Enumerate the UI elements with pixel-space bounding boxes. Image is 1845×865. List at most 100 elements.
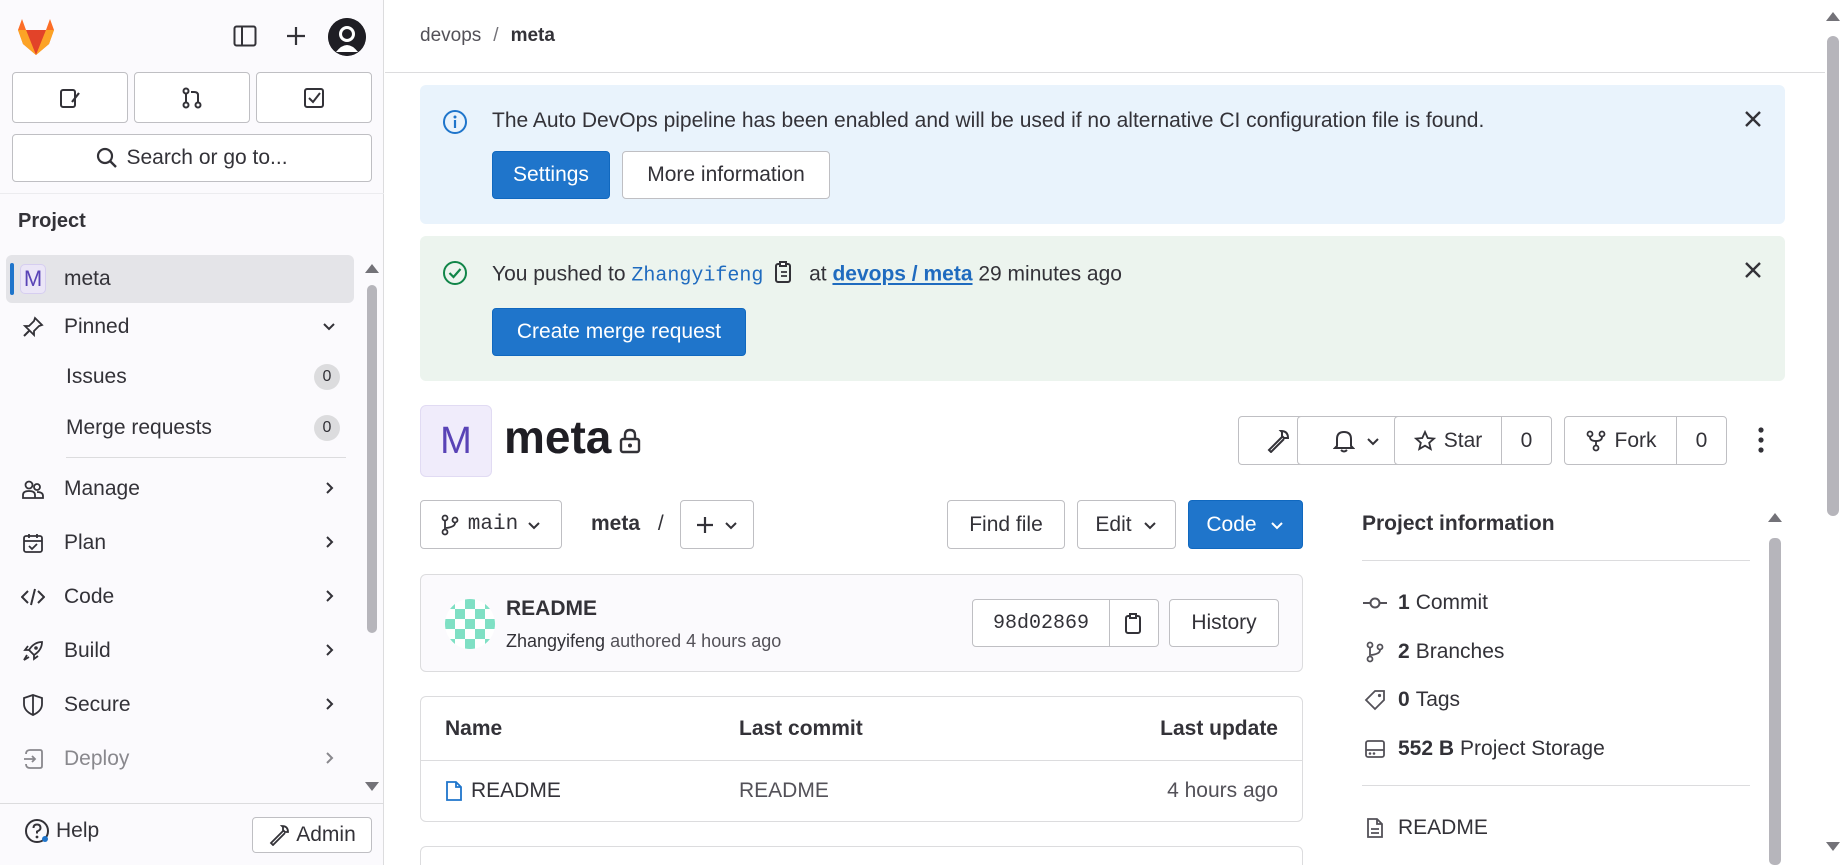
commits-stat[interactable]: 1 Commit	[1362, 591, 1488, 615]
assigned-issues-button[interactable]	[12, 72, 128, 123]
settings-button[interactable]: Settings	[492, 151, 610, 199]
sidebar-toggle-icon[interactable]	[229, 20, 261, 52]
sidebar-item-project[interactable]: M meta	[6, 255, 354, 303]
commit-title[interactable]: README	[506, 597, 597, 621]
sidebar-item-label: Build	[64, 639, 111, 662]
merge-requests-button[interactable]	[134, 72, 250, 123]
copy-icon	[1125, 613, 1141, 634]
gitlab-logo-icon[interactable]	[16, 18, 56, 56]
repo-path-separator: /	[657, 512, 664, 535]
sidebar-scroll-up[interactable]	[365, 264, 379, 273]
plus-icon[interactable]	[280, 20, 312, 52]
search-button[interactable]: Search or go to...	[12, 134, 372, 182]
add-to-tree-dropdown[interactable]	[680, 500, 754, 549]
copy-sha-button[interactable]	[1109, 599, 1159, 647]
author-avatar[interactable]	[445, 599, 495, 649]
create-merge-request-button[interactable]: Create merge request	[492, 308, 746, 356]
sidebar-item-build[interactable]: Build	[6, 624, 354, 678]
more-actions-icon[interactable]	[1748, 420, 1774, 466]
branch-selector[interactable]: main	[420, 500, 562, 549]
help-button[interactable]: Help	[24, 818, 99, 844]
chevron-down-icon	[1143, 521, 1156, 529]
repo-path-root[interactable]: meta	[591, 512, 640, 535]
breadcrumb-separator: /	[493, 25, 499, 46]
tags-stat[interactable]: 0 Tags	[1362, 688, 1460, 712]
sidebar-item-issues[interactable]: Issues 0	[6, 351, 354, 402]
push-alert: You pushed to Zhangyifeng at devops / me…	[420, 236, 1785, 381]
sidebar-item-secure[interactable]: Secure	[6, 678, 354, 732]
close-icon[interactable]	[1743, 109, 1763, 135]
branch-icon	[1362, 641, 1388, 663]
more-information-button[interactable]: More information	[622, 151, 830, 199]
sidebar-quick-buttons	[12, 72, 372, 123]
user-avatar[interactable]	[328, 18, 366, 56]
sidebar-scroll-down[interactable]	[365, 782, 379, 791]
chevron-right-icon	[320, 587, 338, 611]
project-title: meta	[504, 411, 612, 463]
sidebar-divider	[0, 193, 384, 194]
edit-dropdown[interactable]: Edit	[1077, 500, 1176, 549]
readme-link[interactable]: README	[1362, 816, 1488, 840]
chevron-right-icon	[320, 749, 338, 773]
sidebar-section-title: Project	[18, 210, 86, 232]
rocket-icon	[20, 638, 46, 664]
storage-stat[interactable]: 552 B Project Storage	[1362, 737, 1605, 761]
sidebar-item-plan[interactable]: Plan	[6, 516, 354, 570]
chevron-down-icon	[320, 317, 338, 341]
commit-sha[interactable]: 98d02869	[972, 599, 1110, 647]
storage-size: 552 B	[1398, 737, 1455, 760]
chevron-down-icon	[528, 521, 540, 529]
pushed-branch[interactable]: Zhangyifeng	[631, 265, 763, 288]
page-scroll-down[interactable]	[1826, 842, 1840, 851]
branch-name: main	[467, 513, 519, 536]
commits-label: Commit	[1415, 591, 1489, 614]
copy-branch-icon[interactable]	[773, 260, 799, 290]
sidebar-item-label: meta	[64, 267, 111, 290]
panel-scroll-up[interactable]	[1768, 513, 1782, 522]
issues-count-badge: 0	[314, 364, 340, 390]
tags-count: 0	[1398, 688, 1410, 711]
star-count[interactable]: 0	[1501, 416, 1552, 465]
sidebar-item-label: Secure	[64, 693, 131, 716]
check-circle-icon	[442, 260, 468, 292]
star-button[interactable]: Star	[1394, 416, 1502, 465]
todo-list-button[interactable]	[256, 72, 372, 123]
sidebar-item-code[interactable]: Code	[6, 570, 354, 624]
branches-count: 2	[1398, 640, 1410, 663]
search-icon	[97, 147, 118, 168]
breadcrumb-group[interactable]: devops	[420, 25, 481, 47]
sidebar-item-deploy[interactable]: Deploy	[6, 732, 354, 786]
commit-author[interactable]: Zhangyifeng	[506, 631, 605, 651]
shield-icon	[20, 692, 46, 718]
fork-button[interactable]: Fork	[1564, 416, 1677, 465]
breadcrumb-project[interactable]: meta	[511, 25, 555, 47]
file-icon	[446, 781, 462, 801]
tags-label: Tags	[1415, 688, 1461, 711]
panel-scrollbar[interactable]	[1769, 538, 1781, 865]
page-scroll-up[interactable]	[1826, 12, 1840, 21]
close-icon[interactable]	[1743, 260, 1763, 286]
sidebar-item-manage[interactable]: Manage	[6, 462, 354, 516]
sidebar-item-pinned[interactable]: Pinned	[6, 303, 354, 351]
document-icon	[1362, 817, 1388, 839]
admin-button[interactable]: Admin	[252, 817, 372, 853]
sidebar-scrollbar[interactable]	[367, 285, 377, 633]
edit-label: Edit	[1095, 512, 1132, 536]
last-commit-panel: README Zhangyifeng authored 4 hours ago …	[420, 574, 1303, 672]
code-dropdown[interactable]: Code	[1188, 500, 1303, 549]
sidebar-item-merge-requests[interactable]: Merge requests 0	[6, 402, 354, 453]
file-table: Name Last commit Last update README READ…	[420, 696, 1303, 822]
branches-stat[interactable]: 2 Branches	[1362, 640, 1504, 664]
chevron-down-icon	[1270, 521, 1283, 529]
todo-icon	[304, 87, 324, 108]
project-link[interactable]: devops / meta	[832, 263, 972, 286]
file-last-commit[interactable]: README	[739, 779, 829, 803]
find-file-button[interactable]: Find file	[947, 500, 1065, 549]
page-scrollbar[interactable]	[1827, 36, 1839, 516]
file-name-link[interactable]: README	[445, 779, 561, 803]
chevron-right-icon	[320, 641, 338, 665]
fork-count[interactable]: 0	[1676, 416, 1727, 465]
readme-panel	[420, 846, 1303, 865]
history-button[interactable]: History	[1169, 599, 1279, 647]
deploy-icon	[20, 746, 46, 772]
